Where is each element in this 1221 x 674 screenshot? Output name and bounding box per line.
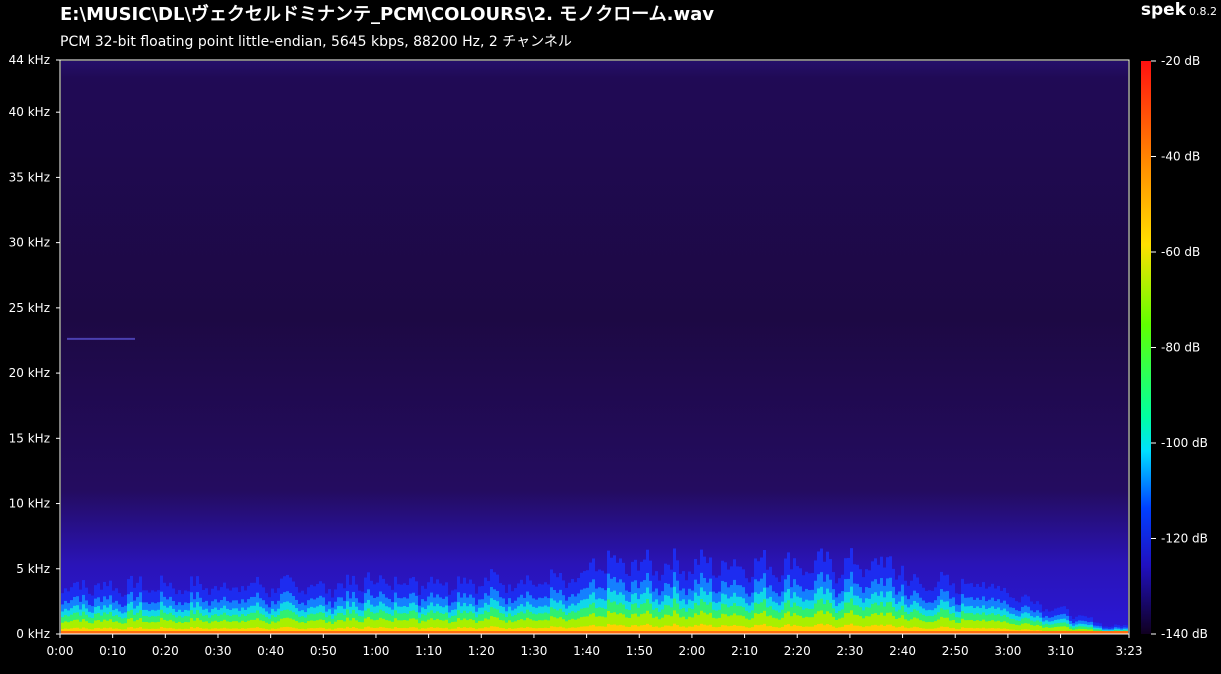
db-tick-label: -100 dB <box>1161 436 1208 450</box>
time-tick-label: 1:30 <box>520 644 547 658</box>
freq-tick-label: 5 kHz <box>16 562 50 576</box>
freq-tick-label: 15 kHz <box>9 431 50 445</box>
time-tick-label: 2:10 <box>731 644 758 658</box>
db-colorbar <box>1141 61 1151 634</box>
time-tick-label: 2:20 <box>784 644 811 658</box>
time-tick-label: 0:40 <box>257 644 284 658</box>
time-tick-label: 0:20 <box>152 644 179 658</box>
freq-tick-label: 20 kHz <box>9 366 50 380</box>
time-tick-label: 3:23 <box>1116 644 1143 658</box>
time-tick-label: 2:40 <box>889 644 916 658</box>
db-tick-label: -40 dB <box>1161 150 1200 164</box>
time-tick-label: 2:30 <box>836 644 863 658</box>
freq-tick-label: 10 kHz <box>9 497 50 511</box>
time-tick-label: 2:50 <box>942 644 969 658</box>
time-tick-label: 1:20 <box>468 644 495 658</box>
time-tick-label: 1:40 <box>573 644 600 658</box>
time-tick-label: 1:00 <box>362 644 389 658</box>
time-tick-label: 0:10 <box>99 644 126 658</box>
frequency-axis: 0 kHz 5 kHz 10 kHz 15 kHz 20 kHz 25 kHz 30 kHz… <box>9 53 60 641</box>
time-tick-label: 2:00 <box>678 644 705 658</box>
db-tick-label: -120 dB <box>1161 532 1208 546</box>
db-tick-label: -140 dB <box>1161 627 1208 641</box>
freq-tick-label: 35 kHz <box>9 170 50 184</box>
time-tick-label: 1:10 <box>415 644 442 658</box>
spectrogram-background <box>61 61 1128 634</box>
db-tick-label: -80 dB <box>1161 341 1200 355</box>
time-tick-label: 3:00 <box>994 644 1021 658</box>
spectrogram-view: 0 kHz 5 kHz 10 kHz 15 kHz 20 kHz 25 kHz 30 kHz… <box>9 53 1208 658</box>
time-tick-label: 3:10 <box>1047 644 1074 658</box>
time-axis: 0:00 0:10 0:20 0:30 0:40 0:50 1:00 1:10 1:20 1:30… <box>47 634 1143 658</box>
db-tick-label: -60 dB <box>1161 245 1200 259</box>
spectrogram-tone <box>67 337 135 340</box>
freq-tick-label: 0 kHz <box>16 627 50 641</box>
db-tick-label: -20 dB <box>1161 54 1200 68</box>
time-tick-label: 0:00 <box>47 644 74 658</box>
time-tick-label: 1:50 <box>626 644 653 658</box>
freq-tick-label: 44 kHz <box>9 53 50 67</box>
time-tick-label: 0:30 <box>205 644 232 658</box>
freq-tick-label: 40 kHz <box>9 105 50 119</box>
freq-tick-label: 30 kHz <box>9 236 50 250</box>
freq-tick-label: 25 kHz <box>9 301 50 315</box>
db-axis: -20 dB -40 dB -60 dB -80 dB -100 dB -120 dB -1… <box>1151 54 1208 641</box>
time-tick-label: 0:50 <box>310 644 337 658</box>
